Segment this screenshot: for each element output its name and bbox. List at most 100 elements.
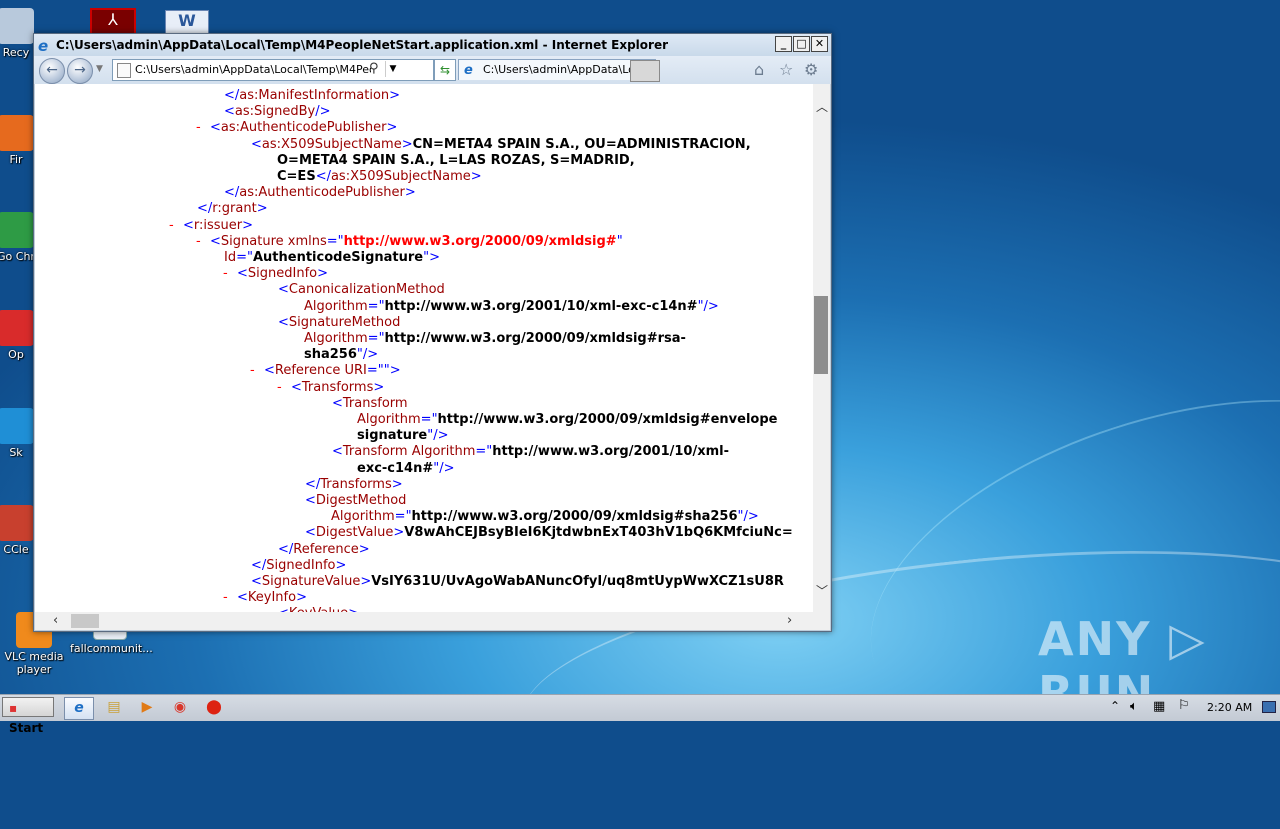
scroll-corner (813, 612, 830, 630)
xml-line: <CanonicalizationMethod (278, 282, 445, 298)
compatibility-icon[interactable]: ⇆ (434, 59, 456, 81)
search-icon[interactable]: ⚲ (369, 61, 379, 76)
xml-token: </ (251, 557, 267, 573)
scroll-left-icon[interactable]: ‹ (53, 613, 58, 628)
collapse-toggle[interactable]: - (196, 234, 201, 250)
xml-token: </ (278, 541, 294, 557)
show-desktop-button[interactable] (1262, 701, 1276, 713)
xml-token: "/> (433, 460, 455, 476)
minimize-button[interactable]: _ (775, 36, 792, 52)
address-bar[interactable]: C:\Users\admin\AppData\Local\Temp\M4Peop… (112, 59, 434, 81)
collapse-toggle[interactable]: - (277, 380, 282, 396)
scroll-up-icon[interactable]: ︿ (816, 98, 828, 115)
vertical-scroll-thumb[interactable] (814, 296, 828, 374)
xml-line: Algorithm="http://www.w3.org/2000/09/xml… (304, 331, 686, 347)
xml-token: > (470, 169, 482, 184)
xml-token: r:grant (212, 201, 257, 217)
forward-button[interactable]: → (67, 58, 93, 84)
xml-token: "/> (697, 298, 719, 314)
favorites-star-icon[interactable]: ☆ (779, 60, 793, 79)
clock[interactable]: 2:20 AM (1207, 701, 1252, 714)
xml-token: > (389, 88, 401, 103)
xml-line: - <Reference URI=""> (250, 363, 401, 379)
xml-token: > (386, 120, 398, 136)
xml-token: C=ES (277, 169, 316, 184)
desktop-icon-label: CCle (3, 543, 29, 556)
ie-tab-icon: e (464, 63, 473, 78)
xml-token: < (278, 282, 289, 298)
xml-token: as:SignedBy (234, 104, 316, 120)
taskbar-explorer-button[interactable]: ▤ (100, 697, 128, 718)
xml-token: "/> (356, 347, 379, 363)
volume-icon[interactable]: 🔈︎ (1130, 699, 1138, 714)
close-button[interactable]: ✕ (811, 36, 828, 52)
xml-token: < (264, 363, 275, 379)
xml-token: </ (224, 88, 240, 103)
back-button[interactable]: ← (39, 58, 65, 84)
settings-gear-icon[interactable]: ⚙ (804, 60, 818, 79)
xml-line: C=ES</as:X509SubjectName> (277, 169, 482, 185)
address-text[interactable]: C:\Users\admin\AppData\Local\Temp\M4Peop… (135, 63, 371, 76)
xml-line: O=META4 SPAIN S.A., L=LAS ROZAS, S=MADRI… (277, 153, 635, 169)
taskbar-chrome-button[interactable]: ◉ (166, 697, 194, 718)
collapse-toggle[interactable]: - (250, 363, 255, 379)
xml-token: sha256 (304, 347, 357, 363)
collapse-toggle[interactable]: - (196, 120, 201, 136)
collapse-toggle[interactable]: - (223, 266, 228, 282)
scroll-right-icon[interactable]: › (787, 613, 792, 628)
xml-token: as:X509SubjectName (330, 169, 471, 184)
tray-expand-icon[interactable]: ⌃ (1110, 699, 1120, 713)
xml-token: CanonicalizationMethod (288, 282, 445, 298)
xml-token: > (358, 541, 370, 557)
taskbar-media-player-button[interactable]: ▶ (133, 697, 161, 718)
xml-line: </SignedInfo> (251, 558, 346, 574)
xml-token: http://www.w3.org/2000/09/xmldsig# (343, 233, 617, 249)
xml-token: > (296, 590, 307, 606)
vertical-scrollbar[interactable]: ︿ ﹀ (813, 84, 830, 612)
taskbar-stop-button[interactable]: ⬤ (200, 697, 228, 718)
xml-token: < (305, 525, 316, 541)
xml-token: =" (236, 250, 253, 265)
xml-line: - <as:AuthenticodePublisher> (196, 120, 398, 136)
xml-line: <SignatureMethod (278, 315, 400, 331)
navigation-bar: ← → ▼ C:\Users\admin\AppData\Local\Temp\… (34, 56, 831, 84)
xml-line: </Transforms> (305, 477, 403, 493)
horizontal-scrollbar[interactable]: ‹ › (35, 612, 813, 630)
desktop-icon-label: Recy (2, 46, 30, 59)
xml-line: Id="AuthenticodeSignature"> (224, 250, 440, 266)
xml-token: as:AuthenticodePublisher (239, 185, 405, 201)
horizontal-scroll-thumb[interactable] (71, 614, 99, 628)
xml-token: > (360, 574, 372, 589)
xml-token: < (183, 217, 194, 233)
xml-token: VsIY631U/UvAgoWabANuncOfyI/uq8mtUypWwXCZ… (371, 574, 784, 589)
browser-tab[interactable]: e C:\Users\admin\AppData\Lo... ✕ (458, 59, 656, 80)
address-dropdown-icon[interactable]: ▼ (385, 61, 400, 77)
xml-token: =" (367, 331, 385, 346)
xml-token: Transform (342, 395, 408, 411)
maximize-button[interactable]: □ (793, 36, 810, 52)
flag-icon[interactable]: ⚐ (1178, 698, 1190, 713)
xml-line: </r:grant> (197, 201, 268, 217)
xml-line: Algorithm="http://www.w3.org/2000/09/xml… (331, 509, 759, 525)
xml-token: < (332, 444, 343, 460)
xml-token: Transforms (320, 476, 392, 492)
network-icon[interactable]: ▦ (1153, 699, 1165, 714)
xml-token: CN=META4 SPAIN S.A., OU=ADMINISTRACION, (412, 136, 751, 152)
xml-token: > (317, 266, 329, 282)
home-icon[interactable]: ⌂ (754, 60, 764, 79)
scroll-down-icon[interactable]: ﹀ (816, 582, 828, 599)
collapse-toggle[interactable]: - (169, 218, 174, 234)
xml-token: Algorithm (304, 298, 368, 314)
xml-token: < (332, 395, 343, 411)
collapse-toggle[interactable]: - (223, 590, 228, 606)
xml-line: <as:SignedBy/> (224, 104, 331, 120)
xml-token: exc-c14n# (357, 460, 434, 476)
xml-line: Algorithm="http://www.w3.org/2000/09/xml… (357, 412, 777, 428)
xml-token: > (373, 379, 385, 395)
taskbar-ie-button[interactable]: e (64, 697, 94, 720)
title-bar[interactable]: e C:\Users\admin\AppData\Local\Temp\M4Pe… (34, 34, 831, 56)
history-dropdown-icon[interactable]: ▼ (96, 64, 103, 74)
start-button[interactable]: ▪ Start (2, 697, 54, 735)
xml-token: as:ManifestInformation (239, 88, 390, 103)
new-tab-button[interactable] (630, 60, 660, 82)
